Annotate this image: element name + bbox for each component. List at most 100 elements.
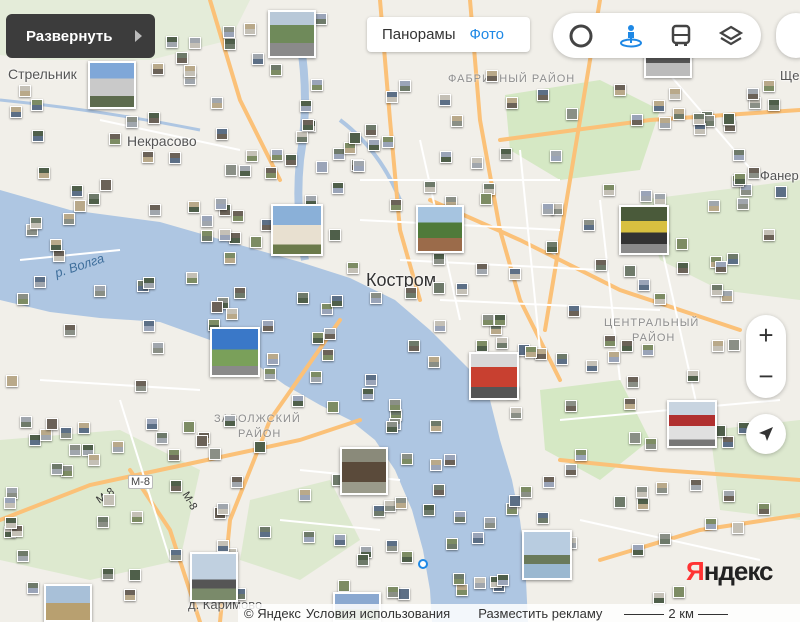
photo-thumbnail[interactable] xyxy=(758,503,770,515)
photo-thumbnail[interactable] xyxy=(433,282,445,294)
photo-thumbnail[interactable] xyxy=(211,97,223,109)
photo-thumbnail[interactable] xyxy=(537,512,549,524)
photo-thumbnail[interactable] xyxy=(583,219,595,231)
photo-thumbnail[interactable] xyxy=(708,200,720,212)
photo-thumbnail[interactable] xyxy=(196,435,208,447)
photo-thumbnail[interactable] xyxy=(424,181,436,193)
photo-thumbnail[interactable] xyxy=(88,193,100,205)
photo-thumbnail[interactable] xyxy=(252,53,264,65)
photo-thumbnail[interactable] xyxy=(17,550,29,562)
photo-thumbnail[interactable] xyxy=(246,150,258,162)
photo-thumbnail[interactable] xyxy=(259,526,271,538)
photo-thumbnail[interactable] xyxy=(166,36,178,48)
photo-thumbnail[interactable] xyxy=(624,398,636,410)
photo-thumbnail[interactable] xyxy=(440,151,452,163)
photo-thumbnail[interactable] xyxy=(614,496,626,508)
photo-thumbnail[interactable] xyxy=(10,106,22,118)
photo-thumbnail[interactable] xyxy=(201,215,213,227)
photo-thumbnail[interactable] xyxy=(669,88,681,100)
photo-thumbnail[interactable] xyxy=(40,429,52,441)
photo-thumbnail[interactable] xyxy=(217,540,229,552)
photo-thumbnail[interactable] xyxy=(642,344,654,356)
photo-marker[interactable] xyxy=(340,447,388,495)
photo-thumbnail[interactable] xyxy=(673,108,685,120)
photo-thumbnail[interactable] xyxy=(496,337,508,349)
photo-thumbnail[interactable] xyxy=(131,511,143,523)
photo-thumbnail[interactable] xyxy=(484,517,496,529)
photo-thumbnail[interactable] xyxy=(250,236,262,248)
photo-thumbnail[interactable] xyxy=(476,263,488,275)
photo-thumbnail[interactable] xyxy=(135,380,147,392)
photo-thumbnail[interactable] xyxy=(434,320,446,332)
photo-thumbnail[interactable] xyxy=(223,26,235,38)
photo-thumbnail[interactable] xyxy=(310,371,322,383)
photo-thumbnail[interactable] xyxy=(603,184,615,196)
photo-thumbnail[interactable] xyxy=(312,332,324,344)
photo-thumbnail[interactable] xyxy=(347,262,359,274)
photo-thumbnail[interactable] xyxy=(292,395,304,407)
photo-thumbnail[interactable] xyxy=(211,301,223,313)
photo-thumbnail[interactable] xyxy=(654,293,666,305)
photo-thumbnail[interactable] xyxy=(566,108,578,120)
photo-thumbnail[interactable] xyxy=(408,340,420,352)
photo-thumbnail[interactable] xyxy=(148,112,160,124)
photo-thumbnail[interactable] xyxy=(226,308,238,320)
photo-thumbnail[interactable] xyxy=(446,538,458,550)
photo-thumbnail[interactable] xyxy=(129,569,141,581)
photo-thumbnail[interactable] xyxy=(112,441,124,453)
photo-thumbnail[interactable] xyxy=(365,124,377,136)
photo-thumbnail[interactable] xyxy=(510,407,522,419)
photo-thumbnail[interactable] xyxy=(285,154,297,166)
photo-thumbnail[interactable] xyxy=(387,586,399,598)
photo-thumbnail[interactable] xyxy=(637,498,649,510)
photo-thumbnail[interactable] xyxy=(334,534,346,546)
photo-thumbnail[interactable] xyxy=(395,497,407,509)
photo-thumbnail[interactable] xyxy=(69,444,81,456)
photo-thumbnail[interactable] xyxy=(186,272,198,284)
photo-marker[interactable] xyxy=(619,205,669,255)
photo-thumbnail[interactable] xyxy=(712,340,724,352)
photo-thumbnail[interactable] xyxy=(433,253,445,265)
photo-thumbnail[interactable] xyxy=(659,533,671,545)
photo-thumbnail[interactable] xyxy=(170,549,182,561)
geolocation-button[interactable] xyxy=(746,414,786,454)
photo-thumbnail[interactable] xyxy=(368,139,380,151)
photo-thumbnail[interactable] xyxy=(506,97,518,109)
photo-thumbnail[interactable] xyxy=(103,494,115,506)
photo-marker[interactable] xyxy=(268,10,316,58)
photo-thumbnail[interactable] xyxy=(727,253,739,265)
photo-thumbnail[interactable] xyxy=(324,328,336,340)
photo-thumbnail[interactable] xyxy=(732,522,744,534)
photo-thumbnail[interactable] xyxy=(386,91,398,103)
photo-thumbnail[interactable] xyxy=(362,388,374,400)
photo-thumbnail[interactable] xyxy=(690,479,702,491)
photo-thumbnail[interactable] xyxy=(239,165,251,177)
photo-thumbnail[interactable] xyxy=(575,449,587,461)
photo-thumbnail[interactable] xyxy=(142,151,154,163)
advertise-link[interactable]: Разместить рекламу xyxy=(478,606,602,621)
photo-thumbnail[interactable] xyxy=(338,580,350,592)
photo-thumbnail[interactable] xyxy=(471,157,483,169)
photo-thumbnail[interactable] xyxy=(715,261,727,273)
photo-thumbnail[interactable] xyxy=(264,368,276,380)
photo-thumbnail[interactable] xyxy=(270,64,282,76)
photo-thumbnail[interactable] xyxy=(64,324,76,336)
photo-thumbnail[interactable] xyxy=(423,504,435,516)
photo-thumbnail[interactable] xyxy=(497,574,509,586)
photo-thumbnail[interactable] xyxy=(677,262,689,274)
photo-thumbnail[interactable] xyxy=(146,418,158,430)
photo-thumbnail[interactable] xyxy=(733,149,745,161)
photo-thumbnail[interactable] xyxy=(46,418,58,430)
photo-thumbnail[interactable] xyxy=(638,279,650,291)
photo-marker[interactable] xyxy=(469,352,519,400)
photo-thumbnail[interactable] xyxy=(747,88,759,100)
photo-thumbnail[interactable] xyxy=(621,340,633,352)
photo-thumbnail[interactable] xyxy=(631,114,643,126)
photo-thumbnail[interactable] xyxy=(302,119,314,131)
photo-thumbnail[interactable] xyxy=(219,229,231,241)
photo-marker[interactable] xyxy=(667,400,717,448)
photo-thumbnail[interactable] xyxy=(763,229,775,241)
photo-thumbnail[interactable] xyxy=(20,416,32,428)
photo-thumbnail[interactable] xyxy=(604,335,616,347)
photo-thumbnail[interactable] xyxy=(217,503,229,515)
